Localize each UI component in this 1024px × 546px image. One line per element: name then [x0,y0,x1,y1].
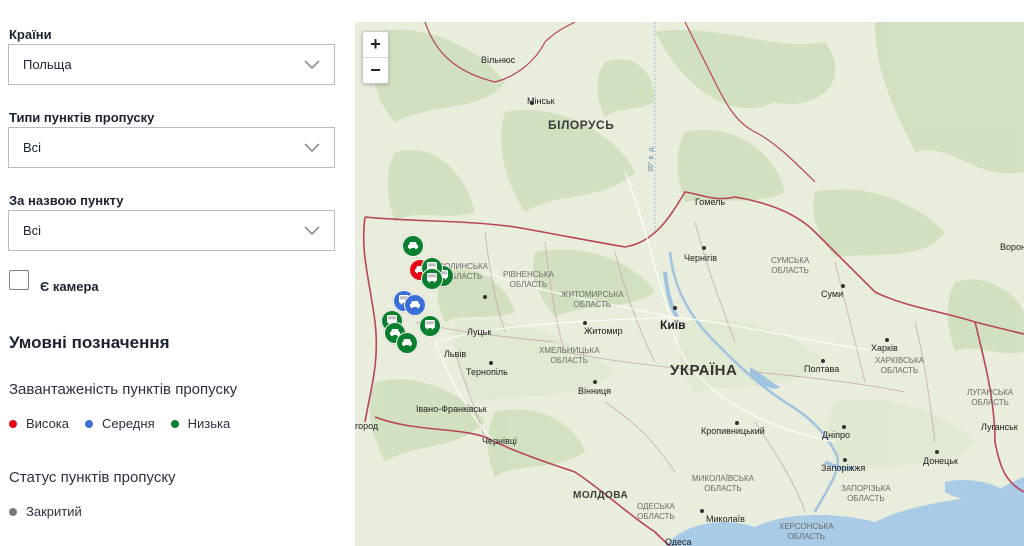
map-label-zhytomyr: Житомир [584,326,623,336]
legend-label: Низька [187,416,231,431]
map-label-luhansk: Луганськ [981,422,1018,432]
map-label-voronezh: Воронеж [1000,242,1024,252]
city-dot-icon [483,295,487,299]
map-label-zaporizhzhia: Запоріжжя [821,463,866,473]
map-label-moldova: МОЛДОВА [573,490,629,501]
map-label-mykolaiv: Миколаїв [706,514,745,524]
city-dot-icon [821,359,825,363]
car-icon [409,296,421,314]
checkpoint-marker-low[interactable] [402,235,424,257]
red-dot-icon [9,419,17,428]
map-label-rivne-oblast: РІВНЕНСЬКА ОБЛАСТЬ [503,270,554,289]
map-label-kharkiv-oblast: ХАРКІВСЬКА ОБЛАСТЬ [875,356,924,375]
city-dot-icon [885,338,889,342]
legend-item-closed: Закритий [9,504,82,519]
filter-panel: Країни Польща Типи пунктів пропуску Всі … [0,0,345,546]
map-label-poltava: Полтава [804,364,840,374]
map-label-vinnytsia: Вінниця [578,386,611,396]
map-label-kharkiv: Харків [871,343,898,353]
map-label-odesa-oblast: ОДЕСЬКА ОБЛАСТЬ [637,502,675,521]
car-icon [407,237,419,255]
map-label-ukraine: УКРАЇНА [670,362,738,379]
map-label-sumy: Суми [821,289,844,299]
country-filter-label: Країни [9,27,52,42]
green-dot-icon [170,419,179,428]
map-label-mykolaiv-oblast: МИКОЛАЇВСЬКА ОБЛАСТЬ [692,474,755,493]
map-label-lutsk: Луцьк [467,327,492,337]
map-label-vilnius: Вільнюс [481,55,516,65]
legend-title: Умовні позначення [9,333,170,352]
city-dot-icon [735,421,739,425]
blue-dot-icon [85,419,94,428]
type-filter-label: Типи пунктів пропуску [9,110,155,125]
country-select-value: Польща [23,57,72,72]
gray-dot-icon [9,507,17,516]
map-label-luhansk-oblast: ЛУГАНСЬКА ОБЛАСТЬ [967,388,1014,407]
chevron-down-icon [304,143,320,153]
name-select-value: Всі [23,223,42,238]
map-label-ivano-frankivsk: Івано-Франківськ [416,404,487,414]
zoom-control: + − [362,31,389,84]
legend-item-high: Висока [9,416,69,431]
city-dot-icon [842,425,846,429]
chevron-down-icon [304,226,320,236]
chevron-down-icon [304,60,320,70]
checkpoint-marker-low[interactable] [419,315,441,337]
camera-checkbox[interactable] [9,270,29,290]
city-dot-icon [593,380,597,384]
legend-item-low: Низька [170,416,231,431]
city-dot-icon [935,450,939,454]
car-icon [401,334,413,352]
city-dot-icon [702,246,706,250]
status-legend-title: Статус пунктів пропуску [9,469,176,486]
legend-label: Середня [102,416,155,431]
name-select[interactable]: Всі [8,210,335,251]
city-dot-icon [673,306,677,310]
map-label-belarus: БІЛОРУСЬ [548,118,615,132]
name-filter-label: За назвою пункту [9,193,124,208]
load-legend-title: Завантаженість пунктів пропуску [9,381,238,398]
map-label-meridian: 30° в. д. [648,145,655,172]
legend-item-medium: Середня [85,416,155,431]
type-select-value: Всі [23,140,42,155]
city-dot-icon [841,284,845,288]
load-legend: Висока Середня Низька [9,416,246,431]
map-label-odesa: Одеса [665,537,692,546]
checkpoint-marker-low[interactable] [421,268,443,290]
map-label-kyiv: Київ [660,318,686,332]
city-dot-icon [489,361,493,365]
city-dot-icon [843,458,847,462]
map-label-kherson-oblast: ХЕРСОНСЬКА ОБЛАСТЬ [779,522,834,541]
map-label-chernihiv: Чернігів [684,253,718,263]
map-label-zaporizhzhia-oblast: ЗАПОРІЗЬКА ОБЛАСТЬ [841,484,891,503]
map-view[interactable]: + − Вільнюс Мінськ БІЛОРУСЬ 30° в. д. Го… [355,22,1024,546]
checkpoint-marker-medium[interactable] [404,294,426,316]
map-label-uzhhorod: город [355,421,379,431]
map-label-zhytomyr-oblast: ЖИТОМИРСЬКА ОБЛАСТЬ [561,290,624,309]
city-dot-icon [583,321,587,325]
city-dot-icon [700,509,704,513]
map-label-minsk: Мінськ [527,96,555,106]
bus-icon [426,270,438,288]
camera-checkbox-label[interactable]: Є камера [40,279,99,294]
map-background [355,22,1024,546]
type-select[interactable]: Всі [8,127,335,168]
checkpoint-marker-low[interactable] [396,332,418,354]
map-label-ternopil: Тернопіль [466,367,508,377]
legend-label: Висока [26,416,70,431]
country-select[interactable]: Польща [8,44,335,85]
zoom-in-button[interactable]: + [363,32,388,58]
map-label-sumy-oblast: СУМСЬКА ОБЛАСТЬ [771,256,810,275]
map-label-dnipro: Дніпро [822,430,850,440]
map-label-chernivtsi: Чернівці [482,436,517,446]
map-label-donetsk: Донецьк [923,456,958,466]
bus-icon [424,317,436,335]
map-label-khmelnytskyi-oblast: ХМЕЛЬНИЦЬКА ОБЛАСТЬ [539,346,600,365]
zoom-out-button[interactable]: − [363,58,388,83]
legend-label: Закритий [26,504,82,519]
map-label-gomel: Гомель [695,197,726,207]
map-label-kropyvnytskyi: Кропивницький [701,426,765,436]
status-legend: Закритий [9,504,98,519]
map-label-lviv: Львів [444,349,467,359]
